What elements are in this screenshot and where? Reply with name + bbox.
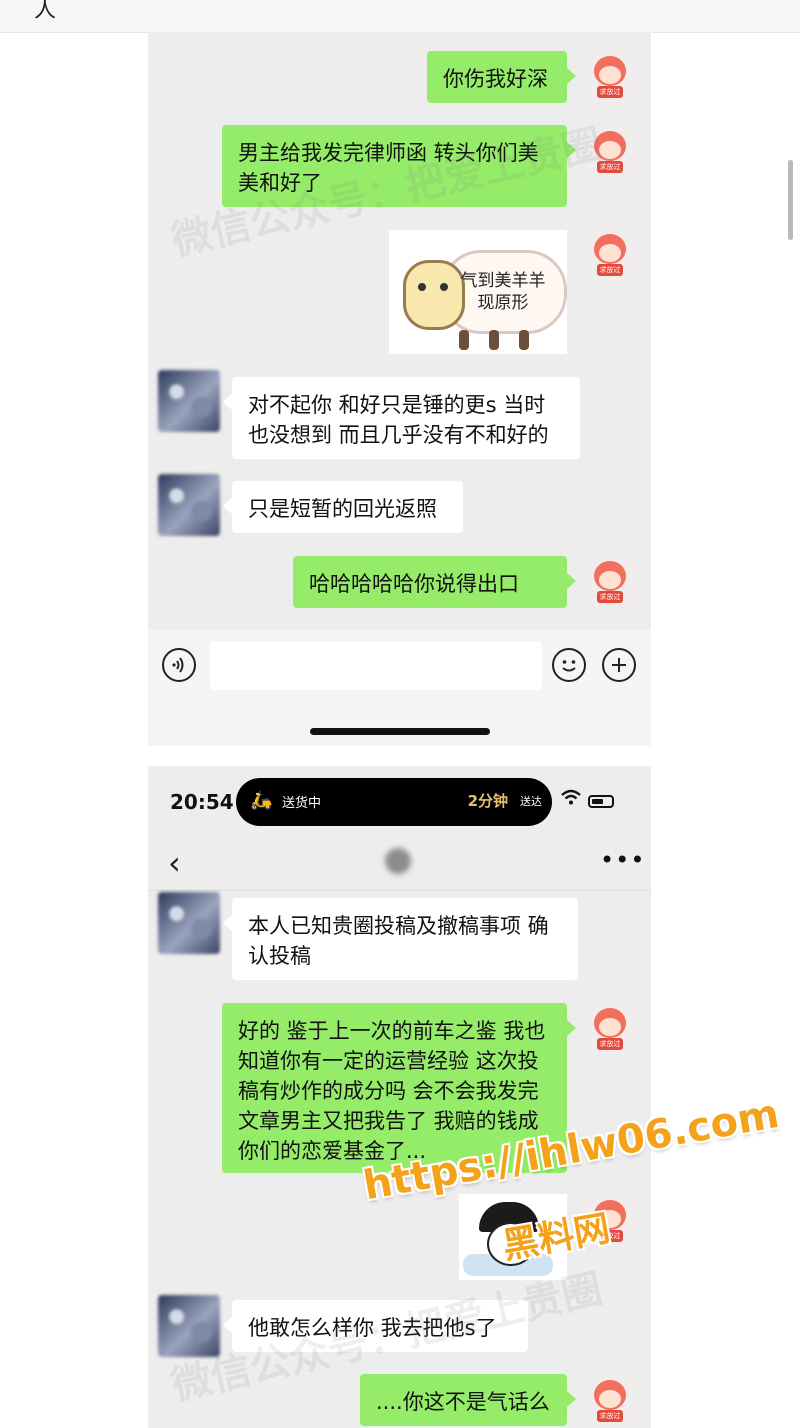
message-bubble-me[interactable]: 哈哈哈哈哈你说得出口 bbox=[293, 556, 576, 608]
more-options-icon[interactable]: ••• bbox=[600, 846, 645, 874]
delivery-status: 送货中 bbox=[282, 796, 322, 811]
back-chevron-icon[interactable]: ‹ bbox=[168, 844, 181, 882]
sheep-sticker[interactable]: 气到美羊羊现原形 bbox=[389, 230, 567, 354]
message-bubble-me[interactable]: 你伤我好深 bbox=[427, 51, 576, 103]
delivery-scooter-icon: 🛵 bbox=[250, 790, 273, 811]
home-indicator bbox=[310, 728, 490, 735]
message-bubble-other[interactable]: 只是短暂的回光返照 bbox=[223, 481, 463, 533]
my-avatar[interactable]: 求放过 bbox=[585, 557, 635, 607]
chat-input-bar bbox=[148, 630, 651, 746]
page-scrollbar[interactable] bbox=[788, 160, 793, 240]
my-avatar[interactable]: 求放过 bbox=[585, 52, 635, 102]
wifi-icon bbox=[560, 788, 582, 811]
my-avatar[interactable]: 求放过 bbox=[585, 1376, 635, 1426]
voice-icon[interactable] bbox=[162, 648, 196, 682]
my-avatar[interactable]: 求放过 bbox=[585, 1004, 635, 1054]
dynamic-island[interactable]: 🛵 送货中 2分钟 送达 bbox=[236, 778, 552, 826]
avatar-stamp-label: 求放过 bbox=[597, 264, 623, 276]
message-bubble-me[interactable]: ....你这不是气话么 bbox=[360, 1374, 576, 1426]
delivery-eta: 2分钟 bbox=[467, 792, 508, 810]
cropped-title-glyph: 人 bbox=[34, 0, 57, 23]
emoji-icon[interactable] bbox=[552, 648, 586, 682]
avatar-stamp-label: 求放过 bbox=[597, 1410, 623, 1422]
chat-nav-bar: ‹ ••• bbox=[148, 838, 651, 891]
message-input[interactable] bbox=[210, 642, 542, 690]
delivery-eta-suffix: 送达 bbox=[520, 795, 542, 808]
contact-avatar[interactable] bbox=[158, 892, 220, 954]
status-bar: 20:54 🛵 送货中 2分钟 送达 bbox=[148, 766, 651, 838]
avatar-stamp-label: 求放过 bbox=[597, 591, 623, 603]
sticker-caption: 气到美羊羊现原形 bbox=[460, 271, 546, 313]
contact-avatar[interactable] bbox=[158, 474, 220, 536]
avatar-stamp-label: 求放过 bbox=[597, 1038, 623, 1050]
message-bubble-other[interactable]: 本人已知贵圈投稿及撤稿事项 确认投稿 bbox=[223, 898, 578, 980]
message-bubble-other[interactable]: 对不起你 和好只是锤的更s 当时也没想到 而且几乎没有不和好的 bbox=[223, 377, 580, 459]
plus-icon[interactable] bbox=[602, 648, 636, 682]
status-time: 20:54 bbox=[170, 790, 234, 814]
contact-name-blurred bbox=[385, 848, 411, 874]
contact-avatar[interactable] bbox=[158, 370, 220, 432]
battery-icon bbox=[588, 795, 614, 808]
top-bar: 人 bbox=[0, 0, 800, 33]
avatar-stamp-label: 求放过 bbox=[597, 86, 623, 98]
my-avatar[interactable]: 求放过 bbox=[585, 230, 635, 280]
